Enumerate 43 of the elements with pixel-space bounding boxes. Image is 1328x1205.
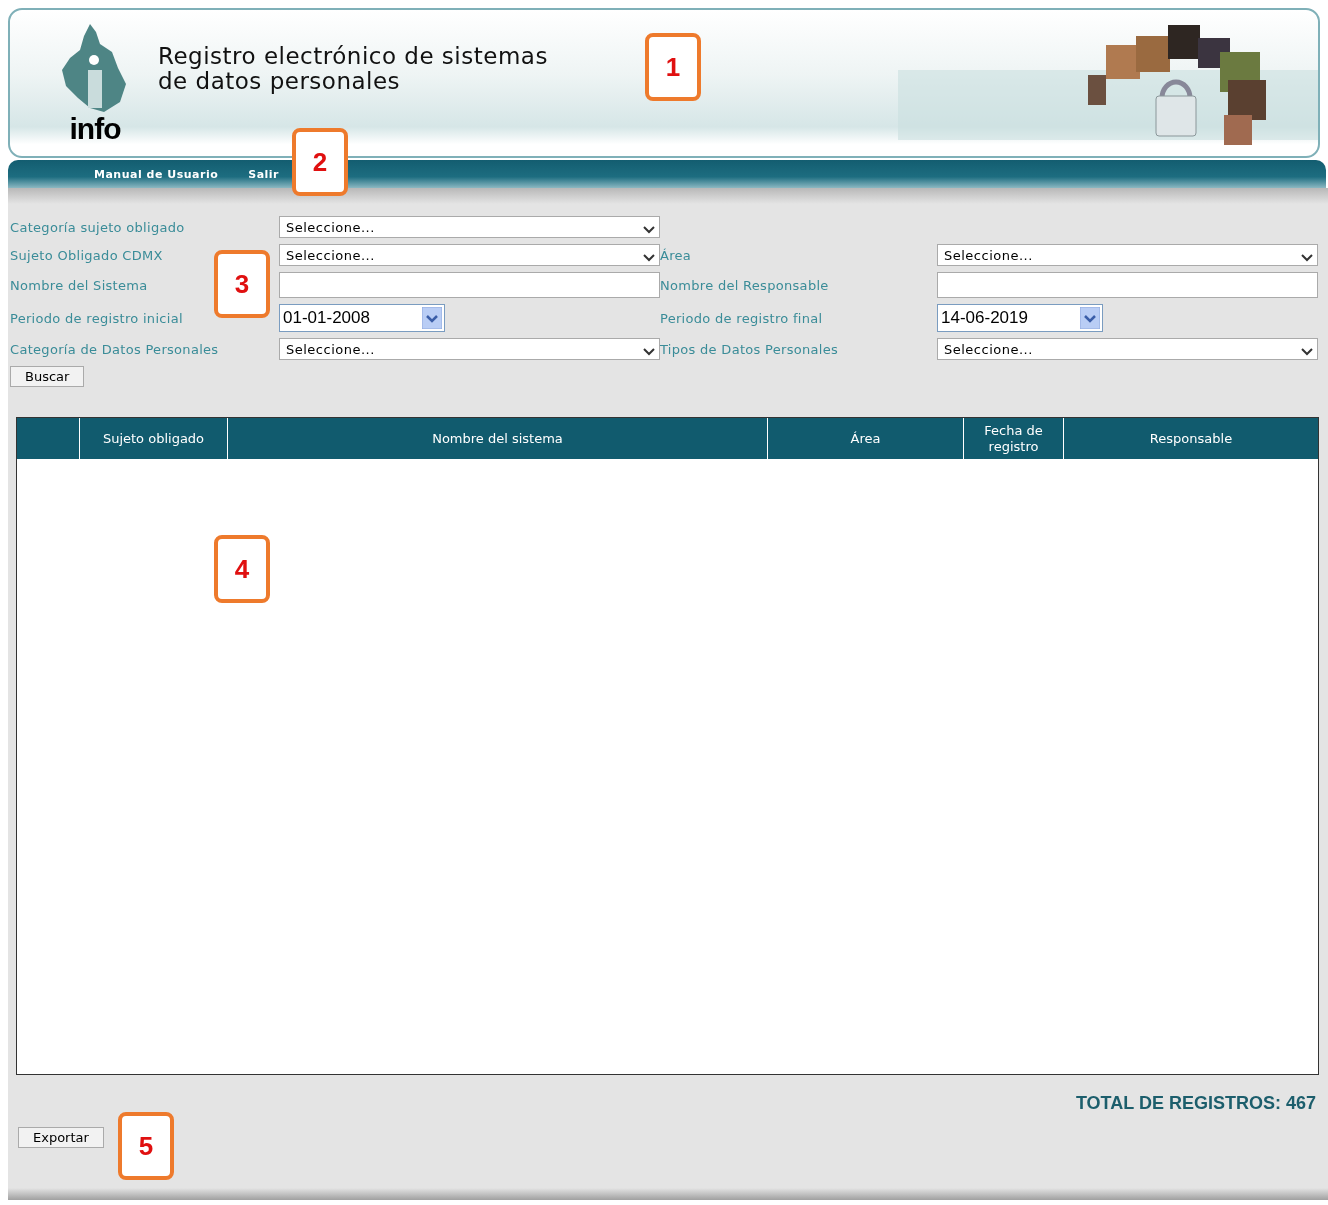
select-field[interactable]: Seleccione... bbox=[937, 244, 1318, 266]
column-header[interactable]: Responsable bbox=[1063, 418, 1318, 459]
field-label: Nombre del Sistema bbox=[10, 277, 148, 293]
column-header[interactable]: Nombre del sistema bbox=[227, 418, 767, 459]
field-label: Tipos de Datos Personales bbox=[660, 341, 839, 357]
callout-badge: 2 bbox=[292, 128, 348, 196]
nav-link[interactable]: Manual de Usuario bbox=[94, 167, 219, 181]
field-label: Categoría sujeto obligado bbox=[10, 219, 185, 235]
date-field[interactable]: 14-06-2019 bbox=[937, 304, 1103, 332]
chevron-icon bbox=[1301, 254, 1313, 262]
field-label: Sujeto Obligado CDMX bbox=[10, 247, 163, 263]
select-field[interactable]: Seleccione... bbox=[937, 338, 1318, 360]
column-header[interactable]: Área bbox=[767, 418, 963, 459]
select-field[interactable]: Seleccione... bbox=[279, 216, 660, 238]
page-title: de datos personales bbox=[158, 69, 402, 94]
field-label: Periodo de registro final bbox=[660, 310, 823, 326]
column-header[interactable]: Sujeto obligado bbox=[79, 418, 227, 459]
select-field[interactable]: Seleccione... bbox=[279, 244, 660, 266]
callout-badge: 3 bbox=[214, 250, 270, 318]
total-count: TOTAL DE REGISTROS: 467 bbox=[1075, 1093, 1316, 1114]
dropdown-icon[interactable] bbox=[422, 307, 442, 329]
input-field[interactable] bbox=[937, 272, 1318, 298]
callout-badge: 5 bbox=[118, 1112, 174, 1180]
chevron-icon bbox=[643, 254, 655, 262]
field-label: Periodo de registro inicial bbox=[10, 310, 183, 326]
callout-badge: 4 bbox=[214, 535, 270, 603]
export-button[interactable]: Exportar bbox=[18, 1127, 104, 1148]
select-field[interactable]: Seleccione... bbox=[279, 338, 660, 360]
search-button[interactable]: Buscar bbox=[10, 366, 85, 387]
callout-badge: 1 bbox=[645, 33, 701, 101]
date-field[interactable]: 01-01-2008 bbox=[279, 304, 445, 332]
page-title: Registro electrónico de sistemas bbox=[158, 44, 548, 69]
chevron-icon bbox=[643, 226, 655, 234]
dropdown-icon[interactable] bbox=[1080, 307, 1100, 329]
field-label: Área bbox=[660, 247, 692, 263]
chevron-icon bbox=[1301, 348, 1313, 356]
nav-link[interactable]: Salir bbox=[248, 167, 280, 181]
input-field[interactable] bbox=[279, 272, 660, 298]
column-header[interactable]: Fecha de registro bbox=[963, 418, 1063, 459]
logo-text: info bbox=[69, 114, 121, 144]
field-label: Nombre del Responsable bbox=[660, 277, 829, 293]
chevron-icon bbox=[643, 348, 655, 356]
field-label: Categoría de Datos Personales bbox=[10, 341, 219, 357]
